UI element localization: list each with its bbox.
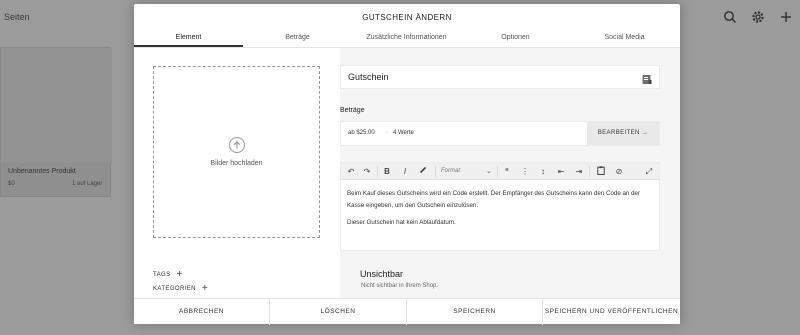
visibility-hint: Nicht sichtbar in Ihrem Shop.	[361, 283, 439, 289]
toolbar-divider	[377, 166, 378, 177]
format-dropdown[interactable]: Format	[441, 166, 491, 177]
tab-social-media[interactable]: Social Media	[570, 28, 679, 47]
cancel-button[interactable]: ABBRECHEN	[134, 299, 270, 325]
product-image	[1, 48, 112, 163]
tab-element[interactable]: Element	[134, 28, 243, 47]
undo-icon[interactable]: ↶	[345, 166, 357, 177]
chevron-down-icon[interactable]: ⌄	[486, 166, 492, 177]
visibility-status[interactable]: Unsichtbar	[360, 269, 403, 279]
add-tag-icon[interactable]: +	[177, 270, 183, 280]
product-name: Unbenanntes Produkt	[8, 168, 76, 175]
dialog-footer: ABBRECHEN LÖSCHEN SPEICHERN SPEICHERN UN…	[134, 298, 680, 325]
bold-icon[interactable]: B	[381, 166, 393, 177]
vertical-align-icon[interactable]: ↕	[537, 166, 549, 177]
link-icon[interactable]	[417, 166, 429, 177]
toolbar-divider	[435, 166, 436, 177]
toolbar-divider	[497, 166, 498, 177]
product-stock: 1 auf Lager	[72, 181, 103, 187]
indent-icon[interactable]: ⇥	[573, 166, 585, 177]
image-panel: Bilder hochladen TAGS + KATEGORIEN +	[134, 48, 340, 298]
clear-format-icon[interactable]: ⊘	[613, 166, 625, 177]
image-upload-area[interactable]: Bilder hochladen	[153, 66, 320, 238]
description-text[interactable]: Beim Kauf dieses Gutscheins wird ein Cod…	[347, 188, 653, 234]
toolbar-divider	[589, 166, 590, 177]
clipboard-icon[interactable]	[595, 166, 607, 178]
quote-icon[interactable]: “	[501, 166, 513, 177]
price-from: ab $25.00	[348, 130, 375, 136]
tags-row: TAGS +	[153, 270, 183, 280]
italic-icon[interactable]: I	[399, 166, 411, 177]
tags-label: TAGS	[153, 272, 171, 278]
prices-label: Beträge	[340, 107, 365, 114]
prices-box: ab $25.00 · 4 Werte BEARBEITEN →	[340, 121, 660, 146]
save-and-publish-button[interactable]: SPEICHERN UND VERÖFFENTLICHEN	[543, 299, 680, 325]
voucher-name-input[interactable]	[348, 72, 628, 82]
tab-bar: Element Beträge Zusätzliche Informatione…	[134, 28, 680, 48]
editor-toolbar: ↶ ↷ B I Format ⌄ “ ⋮ ↕ ⇤ ⇥ ⊘ ⤢	[341, 163, 659, 180]
details-panel: Beträge ab $25.00 · 4 Werte BEARBEITEN →…	[340, 48, 680, 298]
redo-icon[interactable]: ↷	[361, 166, 373, 177]
description-editor[interactable]: ↶ ↷ B I Format ⌄ “ ⋮ ↕ ⇤ ⇥ ⊘ ⤢ Beim Kauf…	[340, 162, 660, 251]
upload-label: Bilder hochladen	[210, 160, 263, 167]
pages-title: Seiten	[4, 12, 30, 22]
save-button[interactable]: SPEICHERN	[407, 299, 543, 325]
tab-additional-info[interactable]: Zusätzliche Informationen	[352, 28, 461, 47]
search-icon[interactable]	[722, 10, 738, 26]
add-category-icon[interactable]: +	[202, 284, 208, 294]
edit-prices-button[interactable]: BEARBEITEN →	[587, 122, 659, 145]
description-paragraph: Beim Kauf dieses Gutscheins wird ein Cod…	[347, 190, 641, 209]
delete-button[interactable]: LÖSCHEN	[270, 299, 407, 325]
edit-voucher-dialog: GUTSCHEIN ÄNDERN Element Beträge Zusätzl…	[134, 4, 680, 325]
header-actions	[722, 10, 794, 26]
description-paragraph: Dieser Gutschein hat kein Ablaufdatum.	[347, 219, 456, 226]
tab-options[interactable]: Optionen	[461, 28, 570, 47]
upload-arrow-icon	[229, 137, 245, 153]
product-price: $0	[8, 181, 15, 187]
gear-icon[interactable]	[750, 10, 766, 26]
categories-label: KATEGORIEN	[153, 286, 196, 292]
vertical-dots-icon[interactable]: ⋮	[519, 166, 531, 177]
outdent-icon[interactable]: ⇤	[555, 166, 567, 177]
categories-row: KATEGORIEN +	[153, 284, 208, 294]
price-separator: ·	[386, 130, 388, 136]
price-value-count: 4 Werte	[393, 130, 414, 136]
dialog-title: GUTSCHEIN ÄNDERN	[362, 13, 452, 22]
tab-prices[interactable]: Beträge	[243, 28, 352, 47]
expand-icon[interactable]: ⤢	[643, 166, 655, 177]
voucher-name-field[interactable]	[340, 65, 660, 89]
plus-icon[interactable]	[778, 10, 794, 26]
contact-card-icon[interactable]	[642, 72, 652, 84]
